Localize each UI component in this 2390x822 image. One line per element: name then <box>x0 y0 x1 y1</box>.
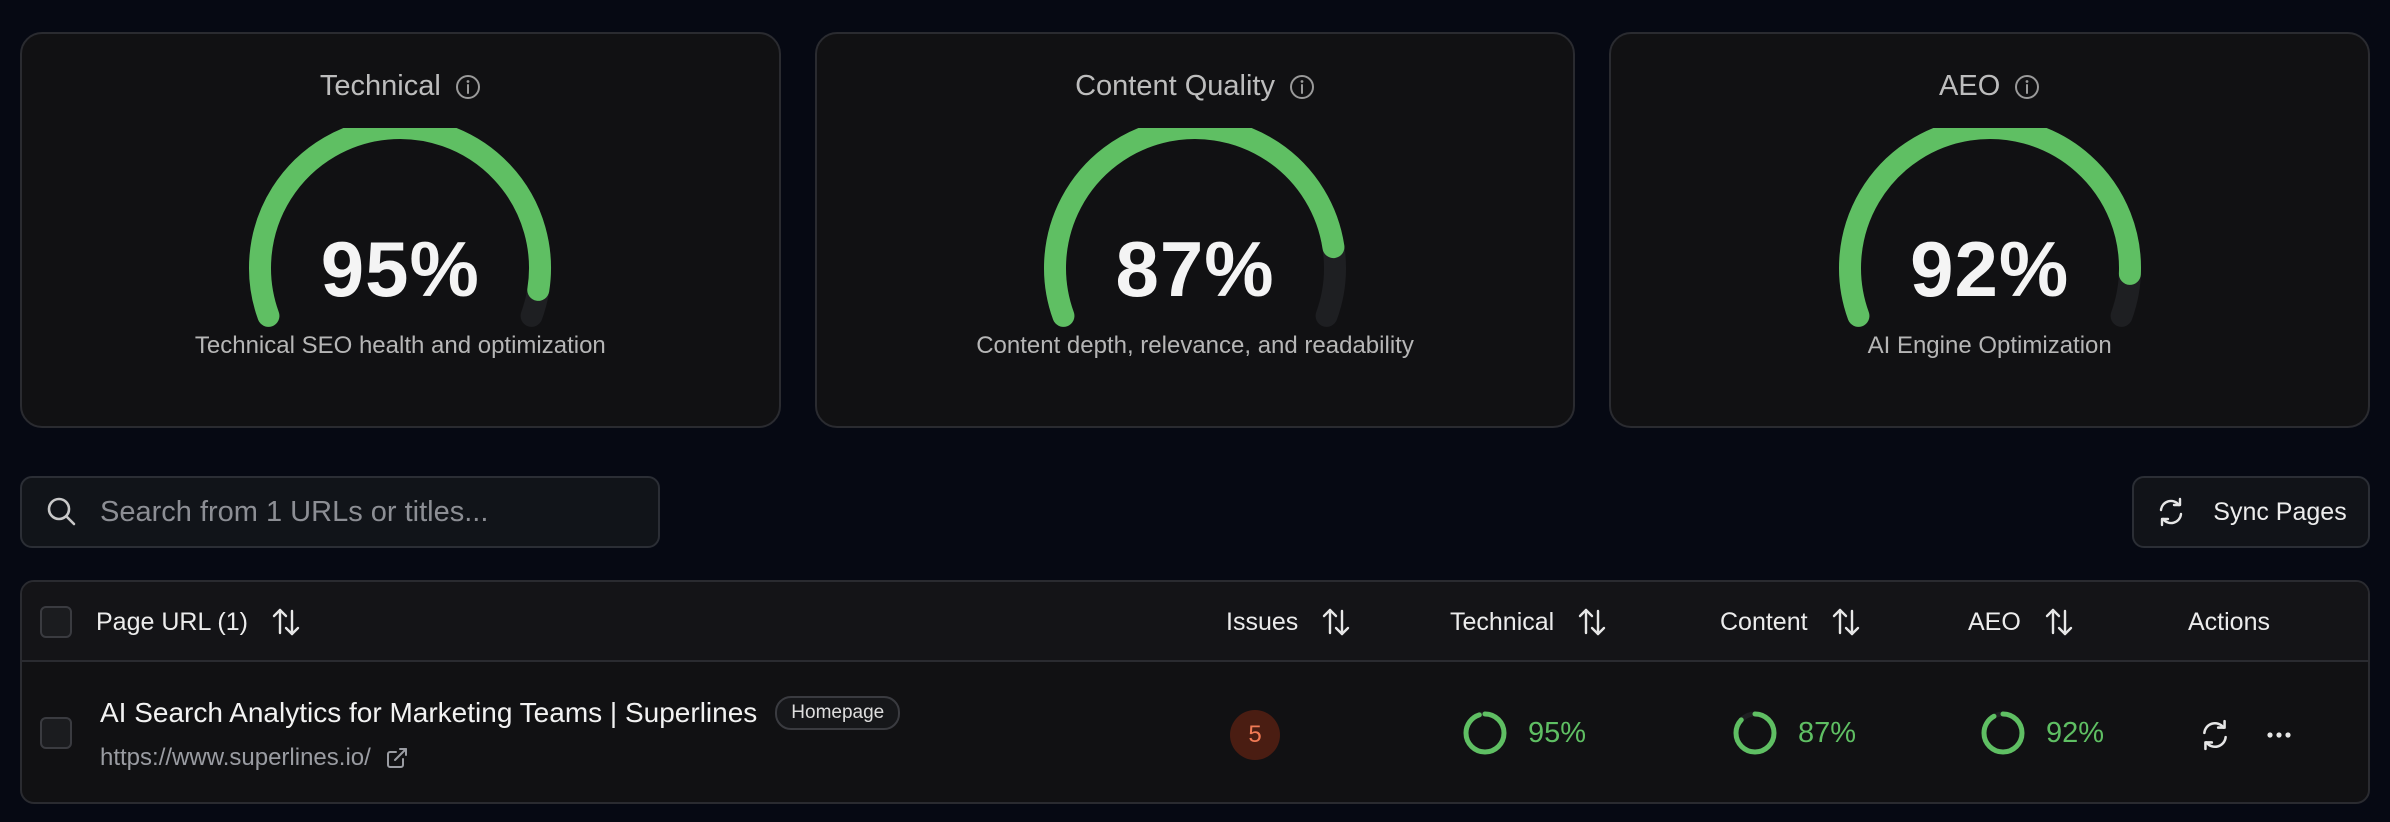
aeo-score-value: 92% <box>2046 716 2105 749</box>
card-title: Content Quality <box>817 70 1574 103</box>
content-score: 87% <box>1730 708 1856 758</box>
refresh-row-icon[interactable] <box>2198 718 2232 752</box>
score-ring-icon <box>1463 711 1507 755</box>
column-header-label: Issues <box>1226 607 1299 636</box>
info-icon[interactable] <box>2014 74 2040 100</box>
column-header-actions: Actions <box>2188 582 2270 662</box>
column-header-page-url[interactable]: Page URL (1) <box>96 582 302 662</box>
table-header: Page URL (1) Issues Technical Content AE <box>22 582 2368 662</box>
page-url: https://www.superlines.io/ <box>100 744 409 772</box>
column-header-label: Actions <box>2188 607 2270 636</box>
card-aeo: AEO 92% AI Engine Optimization <box>1609 32 2371 428</box>
card-technical: Technical 95% Technical SEO health and o… <box>20 32 781 428</box>
page-url-text[interactable]: https://www.superlines.io/ <box>100 744 371 772</box>
sync-pages-button[interactable]: Sync Pages <box>2132 476 2370 548</box>
more-options-icon[interactable] <box>2262 718 2296 752</box>
card-description: Technical SEO health and optimization <box>194 332 606 359</box>
gauge-technical: 95% <box>220 128 580 348</box>
sort-icon[interactable] <box>1830 606 1862 638</box>
gauge-aeo: 92% <box>1810 128 2170 348</box>
gauge-value: 92% <box>1910 225 2070 313</box>
sync-pages-label: Sync Pages <box>2213 497 2347 526</box>
sort-icon[interactable] <box>2043 606 2075 638</box>
aeo-score: 92% <box>1978 708 2104 758</box>
column-header-content[interactable]: Content <box>1720 582 1862 662</box>
column-header-label: Technical <box>1450 607 1555 636</box>
search-icon <box>44 494 80 530</box>
column-header-issues[interactable]: Issues <box>1226 582 1352 662</box>
info-icon[interactable] <box>455 74 481 100</box>
page-title: AI Search Analytics for Marketing Teams … <box>100 696 901 730</box>
column-header-label: AEO <box>1968 607 2021 636</box>
column-header-label: Page URL (1) <box>96 607 248 636</box>
sort-icon[interactable] <box>270 606 302 638</box>
card-title-text: AEO <box>1939 70 2001 102</box>
row-checkbox[interactable] <box>40 717 72 749</box>
technical-score-value: 95% <box>1528 716 1587 749</box>
table-row[interactable]: AI Search Analytics for Marketing Teams … <box>22 664 2368 802</box>
search-input[interactable] <box>98 494 658 530</box>
card-title: Technical <box>22 70 779 103</box>
page-title-text[interactable]: AI Search Analytics for Marketing Teams … <box>100 697 757 729</box>
card-title-text: Technical <box>319 70 441 102</box>
pages-table: Page URL (1) Issues Technical Content AE <box>20 580 2370 804</box>
column-header-label: Content <box>1720 607 1808 636</box>
score-ring-icon <box>1981 711 2025 755</box>
content-score-value: 87% <box>1798 716 1857 749</box>
column-header-technical[interactable]: Technical <box>1450 582 1608 662</box>
card-description: Content depth, relevance, and readabilit… <box>976 332 1414 359</box>
toolbar: Sync Pages <box>20 476 2370 548</box>
gauge-value: 95% <box>320 225 480 313</box>
info-icon[interactable] <box>1289 74 1315 100</box>
select-all-checkbox[interactable] <box>40 606 72 638</box>
score-cards: Technical 95% Technical SEO health and o… <box>20 32 2371 428</box>
card-description: AI Engine Optimization <box>1867 332 2112 359</box>
gauge-content-quality: 87% <box>1015 128 1375 348</box>
issues-count-badge[interactable]: 5 <box>1230 710 1280 760</box>
sort-icon[interactable] <box>1320 606 1352 638</box>
homepage-badge: Homepage <box>775 696 901 730</box>
card-content-quality: Content Quality 87% Content depth, relev… <box>814 32 1576 428</box>
technical-score: 95% <box>1460 708 1586 758</box>
card-title: AEO <box>1611 70 2368 103</box>
search-box[interactable] <box>20 476 660 548</box>
score-ring-icon <box>1733 711 1777 755</box>
gauge-value: 87% <box>1115 225 1275 313</box>
sort-icon[interactable] <box>1576 606 1608 638</box>
card-title-text: Content Quality <box>1075 70 1275 102</box>
external-link-icon[interactable] <box>385 746 409 770</box>
refresh-icon <box>2155 496 2187 528</box>
column-header-aeo[interactable]: AEO <box>1968 582 2075 662</box>
